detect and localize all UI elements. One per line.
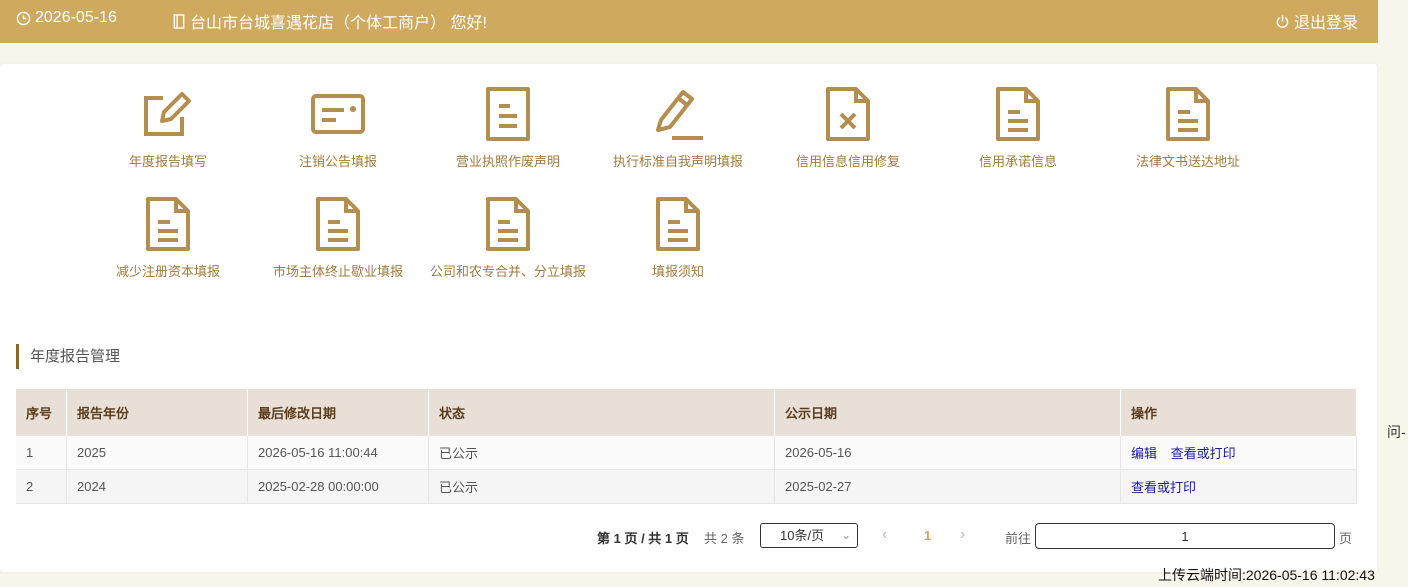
cell-year: 2024 — [66, 469, 248, 504]
goto-label: 前往 — [1005, 531, 1032, 546]
total-count: 共 2 条 — [704, 531, 745, 546]
tile-label: 市场主体终止歇业填报 — [272, 264, 403, 279]
tile-legal-address[interactable]: 法律文书送达地址 — [1103, 84, 1273, 170]
upload-time: 上传云端时间:2026-05-16 11:02:43 — [1158, 567, 1375, 583]
edit-square-icon — [138, 84, 198, 144]
section-title: 年度报告管理 — [16, 344, 120, 369]
cell-actions: 查看或打印 — [1120, 469, 1357, 504]
table-row: 1 2025 2026-05-16 11:00:44 已公示 2026-05-1… — [16, 436, 1357, 470]
view-print-link[interactable]: 查看或打印 — [1131, 480, 1196, 495]
current-date: 2026-05-16 — [35, 9, 117, 26]
col-header-status: 状态 — [428, 389, 775, 436]
tile-label: 公司和农专合并、分立填报 — [429, 264, 586, 279]
logout-button[interactable]: 退出登录 — [1275, 9, 1358, 33]
col-header-actions: 操作 — [1120, 389, 1357, 436]
date-display: 2026-05-16 — [16, 9, 117, 27]
shop-name: 台山市台城喜遇花店（个体工商户） 您好! — [190, 15, 487, 32]
tile-capital-reduction[interactable]: 减少注册资本填报 — [83, 194, 253, 280]
cell-modified: 2025-02-28 00:00:00 — [247, 469, 429, 504]
document-icon — [138, 194, 198, 254]
annual-report-table: 序号 报告年份 最后修改日期 状态 公示日期 操作 1 2025 2026-05… — [16, 389, 1357, 504]
table-header-row: 序号 报告年份 最后修改日期 状态 公示日期 操作 — [16, 389, 1357, 436]
tile-label: 信用承诺信息 — [978, 154, 1057, 169]
tile-standard-declaration[interactable]: 执行标准自我声明填报 — [593, 84, 763, 170]
document-x-icon — [818, 84, 878, 144]
tile-label: 执行标准自我声明填报 — [612, 154, 743, 169]
document-icon — [648, 194, 708, 254]
tile-merger-split[interactable]: 公司和农专合并、分立填报 — [423, 194, 593, 280]
door-icon — [172, 13, 186, 29]
col-header-publish-date: 公示日期 — [774, 389, 1121, 436]
chevron-down-icon: ⌄ — [840, 528, 851, 542]
document-icon — [478, 84, 538, 144]
cell-actions: 编辑 查看或打印 — [1120, 436, 1357, 470]
cell-year: 2025 — [66, 436, 248, 470]
page-unit-label: 页 — [1339, 531, 1353, 546]
cell-no: 1 — [16, 436, 67, 470]
document-icon — [478, 194, 538, 254]
cell-status: 已公示 — [428, 436, 775, 470]
tile-label: 信用信息信用修复 — [795, 154, 900, 169]
clock-icon — [16, 11, 31, 26]
edit-link[interactable]: 编辑 — [1131, 446, 1157, 461]
tile-label: 填报须知 — [651, 264, 704, 279]
document-icon — [308, 194, 368, 254]
tile-annual-report[interactable]: 年度报告填写 — [83, 84, 253, 170]
logout-label: 退出登录 — [1293, 15, 1358, 32]
col-header-modified: 最后修改日期 — [247, 389, 429, 436]
tile-license-void[interactable]: 营业执照作废声明 — [423, 84, 593, 170]
goto-page-input[interactable] — [1035, 523, 1335, 549]
page-info: 第 1 页 / 共 1 页 — [597, 531, 689, 546]
cell-status: 已公示 — [428, 469, 775, 504]
cell-modified: 2026-05-16 11:00:44 — [247, 436, 429, 470]
tile-label: 营业执照作废声明 — [455, 154, 560, 169]
tile-credit-repair[interactable]: 信用信息信用修复 — [763, 84, 933, 170]
pagination: 第 1 页 / 共 1 页 共 2 条 10条/页 ⌄ ‹ 1 › 前往 页 — [0, 523, 1377, 551]
table-row: 2 2024 2025-02-28 00:00:00 已公示 2025-02-2… — [16, 469, 1357, 504]
col-header-no: 序号 — [16, 389, 67, 436]
tile-filing-notice[interactable]: 填报须知 — [593, 194, 763, 280]
main-card: 年度报告填写 注销公告填报 营业执照作废声明 执行标准自我声明填报 信用信息信用… — [0, 64, 1377, 572]
top-bar: 2026-05-16 台山市台城喜遇花店（个体工商户） 您好! 退出登录 — [0, 0, 1378, 43]
prev-page-button[interactable]: ‹ — [882, 526, 887, 544]
next-page-button[interactable]: › — [960, 526, 965, 544]
document-icon — [1158, 84, 1218, 144]
tile-credit-commitment[interactable]: 信用承诺信息 — [933, 84, 1103, 170]
cell-publish-date: 2026-05-16 — [774, 436, 1121, 470]
tile-label: 注销公告填报 — [298, 154, 377, 169]
power-icon — [1275, 14, 1290, 29]
id-card-icon — [308, 84, 368, 144]
side-help-text[interactable]: 问- — [1387, 422, 1406, 442]
tile-label: 减少注册资本填报 — [115, 264, 220, 279]
tile-cancel-notice[interactable]: 注销公告填报 — [253, 84, 423, 170]
tile-label: 年度报告填写 — [128, 154, 207, 169]
tile-label: 法律文书送达地址 — [1135, 154, 1240, 169]
view-print-link[interactable]: 查看或打印 — [1171, 446, 1236, 461]
cell-no: 2 — [16, 469, 67, 504]
cell-publish-date: 2025-02-27 — [774, 469, 1121, 504]
pencil-icon — [648, 84, 708, 144]
document-icon — [988, 84, 1048, 144]
page-size-select[interactable]: 10条/页 ⌄ — [760, 523, 858, 548]
shop-greeting: 台山市台城喜遇花店（个体工商户） 您好! — [172, 9, 487, 33]
col-header-year: 报告年份 — [66, 389, 248, 436]
page-size-value: 10条/页 — [780, 528, 825, 543]
current-page-number[interactable]: 1 — [924, 528, 931, 543]
tile-market-termination[interactable]: 市场主体终止歇业填报 — [253, 194, 423, 280]
